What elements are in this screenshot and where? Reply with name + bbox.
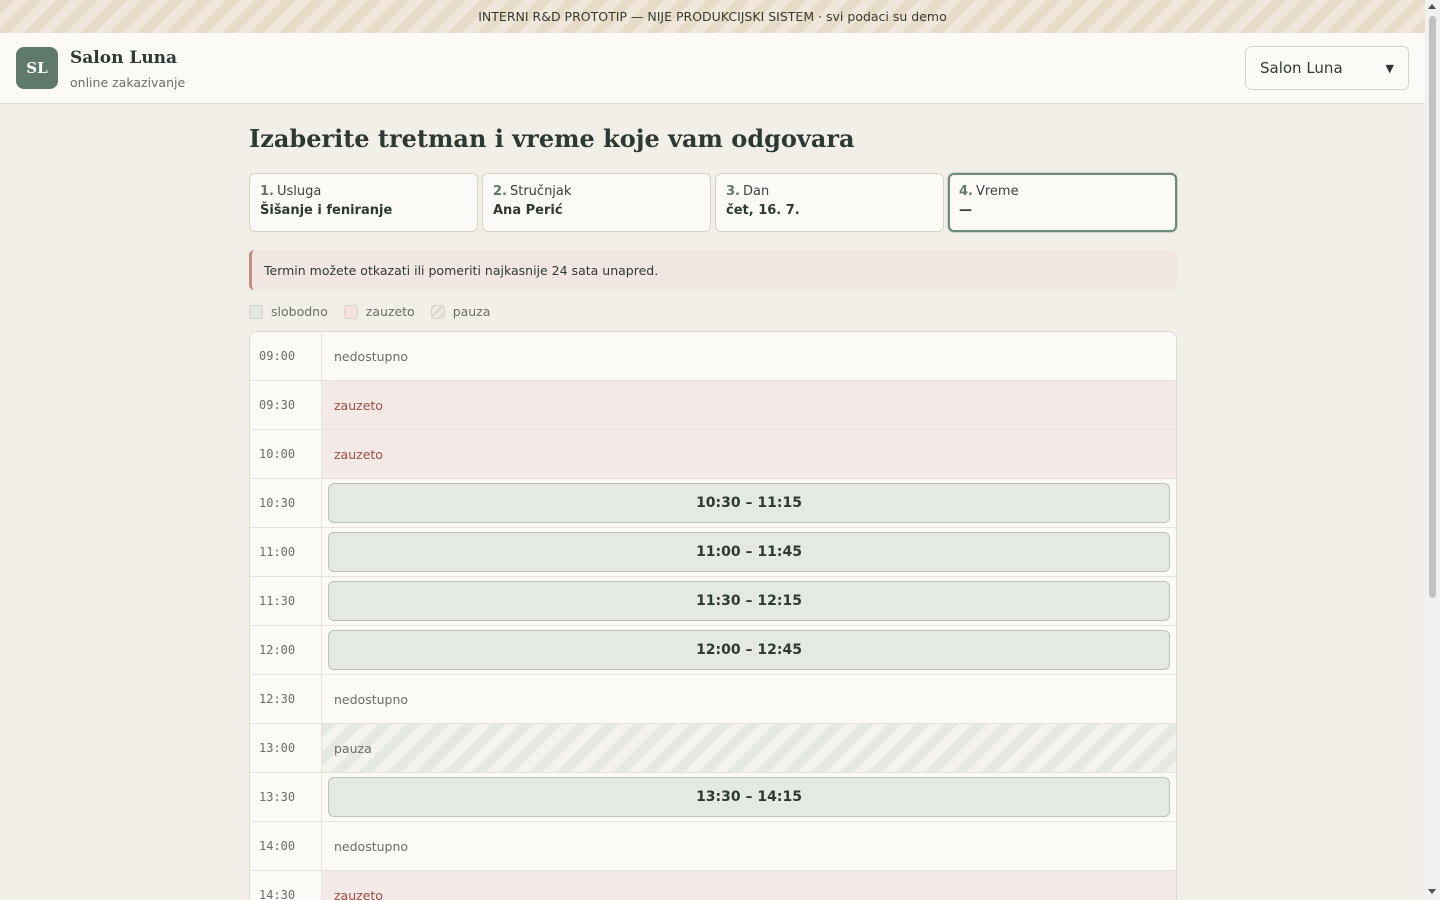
slot-row: 14:00 nedostupno <box>250 822 1176 871</box>
slot-unavailable: nedostupno <box>322 822 1176 870</box>
slot-button[interactable]: 12:00 – 12:45 <box>328 630 1170 670</box>
chevron-down-icon: ▼ <box>1385 61 1394 75</box>
slot-row: 13:00 pauza <box>250 724 1176 773</box>
legend-free-swatch <box>249 304 263 319</box>
scrollbar-thumb[interactable] <box>1429 16 1436 598</box>
slot-row: 13:30 13:30 – 14:15 <box>250 773 1176 822</box>
step-label: Vreme <box>975 184 1019 199</box>
step-header: 1. Usluga <box>260 184 467 199</box>
slot-row: 10:00 zauzeto <box>250 430 1176 479</box>
slot-unavailable: nedostupno <box>322 332 1176 380</box>
slot-cell: 10:30 – 11:15 <box>322 479 1176 527</box>
slot-time: 10:00 <box>250 430 322 478</box>
slot-pause: pauza <box>322 724 1176 772</box>
slot-time: 11:30 <box>250 577 322 625</box>
prototype-banner: INTERNI R&D PROTOTIP — NIJE PRODUKCIJSKI… <box>0 0 1425 33</box>
salon-logo: SL <box>16 47 58 89</box>
legend-pause-label: pauza <box>452 304 491 319</box>
step-specialist[interactable]: 2. Stručnjak Ana Perić <box>482 173 711 232</box>
slot-row: 14:30 zauzeto <box>250 871 1176 900</box>
slot-time: 09:30 <box>250 381 322 429</box>
slot-busy: zauzeto <box>322 381 1176 429</box>
slot-button[interactable]: 13:30 – 14:15 <box>328 777 1170 817</box>
step-header: 4. Vreme <box>959 184 1166 199</box>
slot-row: 11:30 11:30 – 12:15 <box>250 577 1176 626</box>
step-number: 3. <box>726 184 740 199</box>
slot-time: 13:30 <box>250 773 322 821</box>
slot-time: 09:00 <box>250 332 322 380</box>
step-label: Stručnjak <box>509 184 572 199</box>
brand-name: Salon Luna <box>70 48 178 68</box>
slot-row: 10:30 10:30 – 11:15 <box>250 479 1176 528</box>
slot-time: 11:00 <box>250 528 322 576</box>
slot-row: 12:00 12:00 – 12:45 <box>250 626 1176 675</box>
step-day[interactable]: 3. Dan čet, 16. 7. <box>715 173 944 232</box>
step-value: čet, 16. 7. <box>726 203 800 218</box>
step-number: 2. <box>493 184 507 199</box>
slot-time: 10:30 <box>250 479 322 527</box>
salon-select[interactable]: Salon Luna ▼ <box>1245 46 1409 90</box>
slot-cell: 13:30 – 14:15 <box>322 773 1176 821</box>
salon-select-value: Salon Luna <box>1260 59 1343 77</box>
site-header: SL Salon Luna online zakazivanje Salon L… <box>0 33 1425 104</box>
slot-cell: 11:00 – 11:45 <box>322 528 1176 576</box>
slot-row: 11:00 11:00 – 11:45 <box>250 528 1176 577</box>
cancellation-notice: Termin možete otkazati ili pomeriti najk… <box>249 250 1177 290</box>
slot-row: 09:00 nedostupno <box>250 332 1176 381</box>
slot-row: 09:30 zauzeto <box>250 381 1176 430</box>
brand-subtitle: online zakazivanje <box>70 75 186 90</box>
scroll-up-icon[interactable] <box>1428 4 1436 9</box>
legend-free-label: slobodno <box>271 304 328 319</box>
slot-time: 14:30 <box>250 871 322 900</box>
slot-time: 14:00 <box>250 822 322 870</box>
step-label: Dan <box>742 184 770 199</box>
step-number: 4. <box>959 184 973 199</box>
step-header: 2. Stručnjak <box>493 184 700 199</box>
step-service[interactable]: 1. Usluga Šišanje i feniranje <box>249 173 478 232</box>
step-label: Usluga <box>276 184 322 199</box>
step-time[interactable]: 4. Vreme — <box>948 173 1177 232</box>
slot-legend: slobodno zauzeto pauza <box>249 304 506 319</box>
slot-busy: zauzeto <box>322 871 1176 900</box>
page-title: Izaberite tretman i vreme koje vam odgov… <box>249 124 855 153</box>
slot-time: 12:30 <box>250 675 322 723</box>
step-value: — <box>959 203 972 218</box>
booking-steps: 1. Usluga Šišanje i feniranje 2. Stručnjak… <box>249 173 1177 232</box>
slot-cell: 11:30 – 12:15 <box>322 577 1176 625</box>
legend-pause-swatch <box>430 304 445 319</box>
legend-pause: pauza <box>430 304 491 319</box>
legend-busy: zauzeto <box>343 304 415 319</box>
step-header: 3. Dan <box>726 184 933 199</box>
scroll-down-icon[interactable] <box>1428 889 1436 894</box>
legend-free: slobodno <box>249 304 328 319</box>
slot-time: 13:00 <box>250 724 322 772</box>
slot-cell: 12:00 – 12:45 <box>322 626 1176 674</box>
legend-busy-label: zauzeto <box>365 304 415 319</box>
page-scrollbar[interactable] <box>1425 0 1440 900</box>
time-slot-grid: 09:00 nedostupno 09:30 zauzeto 10:00 zau… <box>249 331 1177 900</box>
step-number: 1. <box>260 184 274 199</box>
step-value: Ana Perić <box>493 203 563 218</box>
slot-button[interactable]: 10:30 – 11:15 <box>328 483 1170 523</box>
slot-time: 12:00 <box>250 626 322 674</box>
slot-button[interactable]: 11:00 – 11:45 <box>328 532 1170 572</box>
step-value: Šišanje i feniranje <box>260 203 393 218</box>
slot-button[interactable]: 11:30 – 12:15 <box>328 581 1170 621</box>
slot-busy: zauzeto <box>322 430 1176 478</box>
slot-row: 12:30 nedostupno <box>250 675 1176 724</box>
legend-busy-swatch <box>343 304 358 319</box>
slot-unavailable: nedostupno <box>322 675 1176 723</box>
